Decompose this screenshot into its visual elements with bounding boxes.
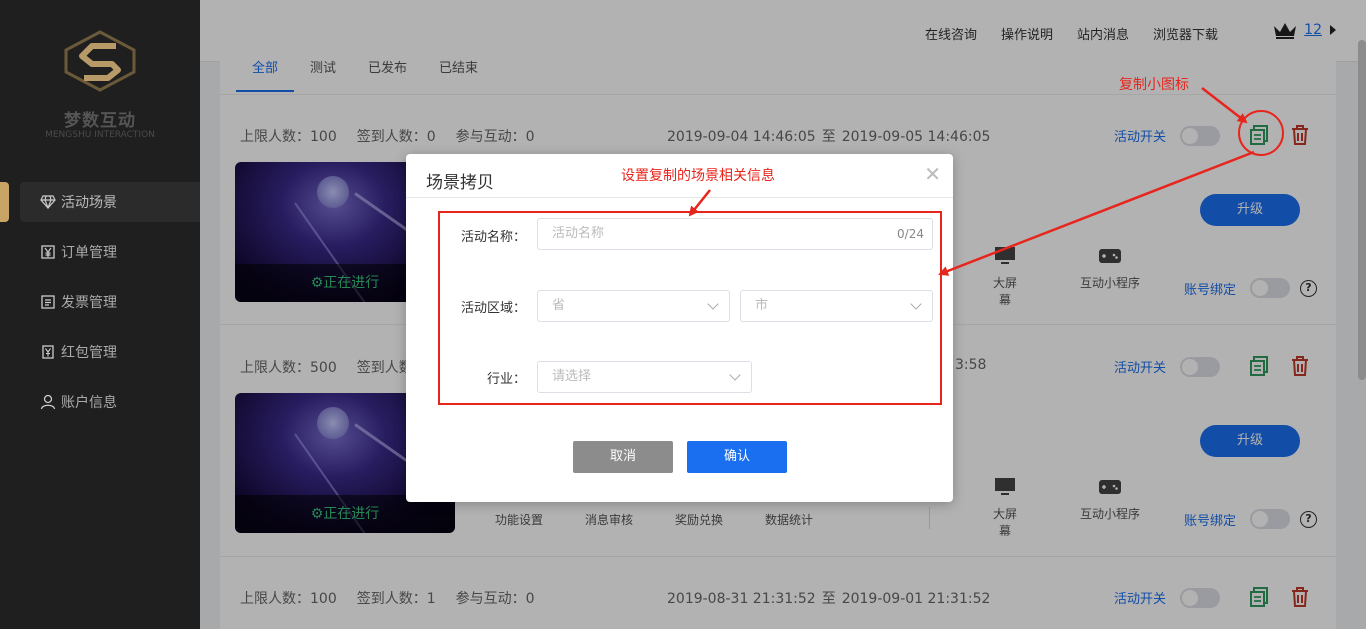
red-envelope-icon	[40, 344, 56, 360]
sidebar-item-label: 红包管理	[61, 345, 117, 361]
close-icon[interactable]: ✕	[924, 162, 941, 186]
dialog-title: 场景拷贝	[426, 173, 494, 193]
sidebar-item-label: 发票管理	[61, 295, 117, 311]
sidebar: 梦数互动 MENGSHU INTERACTION 活动场景 订单管理 发票管理	[0, 0, 200, 629]
brand-name-en: MENGSHU INTERACTION	[45, 130, 155, 140]
sidebar-item-label: 活动场景	[61, 195, 117, 211]
annotation-form-box	[438, 211, 942, 405]
diamond-icon	[40, 194, 56, 210]
annotation-copy-note: 复制小图标	[1119, 77, 1189, 93]
brand-logo-icon	[64, 30, 136, 92]
sidebar-item-invoices[interactable]: 发票管理	[0, 282, 200, 322]
sidebar-item-scenes[interactable]: 活动场景	[0, 182, 200, 222]
sidebar-item-label: 账户信息	[61, 395, 117, 411]
annotation-copy-circle	[1238, 110, 1284, 156]
annotation-form-note: 设置复制的场景相关信息	[621, 168, 775, 184]
dialog-header-divider	[406, 197, 953, 198]
yen-box-icon	[40, 244, 56, 260]
active-marker	[0, 182, 9, 222]
sidebar-nav: 活动场景 订单管理 发票管理 红包管理 账户信息	[0, 182, 200, 432]
invoice-icon	[40, 294, 56, 310]
sidebar-item-red-envelopes[interactable]: 红包管理	[0, 332, 200, 372]
sidebar-item-account[interactable]: 账户信息	[0, 382, 200, 422]
cancel-button[interactable]: 取消	[573, 441, 673, 473]
brand-name: 梦数互动	[64, 111, 136, 131]
confirm-button[interactable]: 确认	[687, 441, 787, 473]
sidebar-item-label: 订单管理	[61, 245, 117, 261]
user-icon	[40, 394, 56, 410]
sidebar-item-orders[interactable]: 订单管理	[0, 232, 200, 272]
